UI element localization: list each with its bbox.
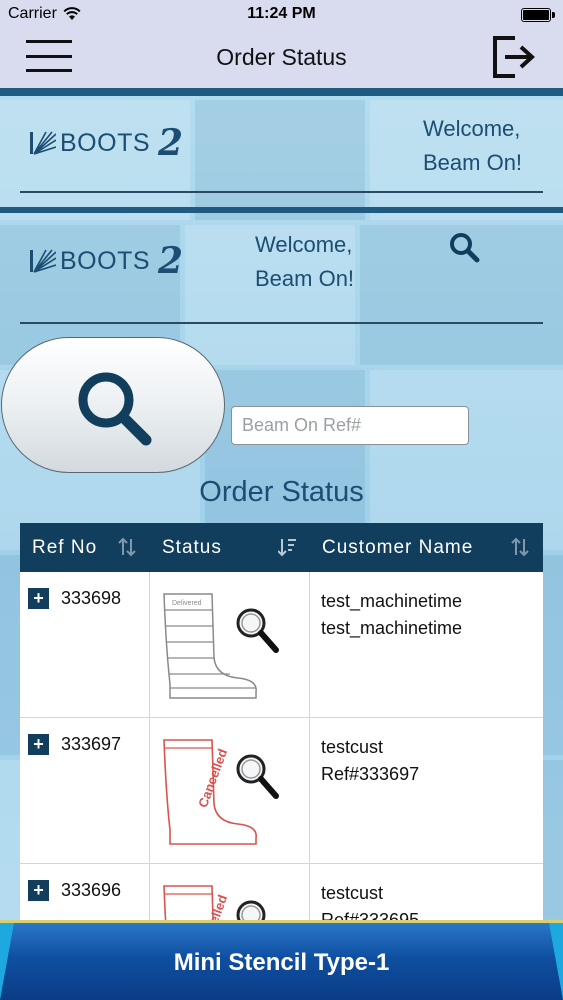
nav-bar: Order Status xyxy=(0,30,563,88)
brand-number: 2 xyxy=(158,122,184,164)
ref-number: 333696 xyxy=(61,880,122,900)
ref-search-input[interactable] xyxy=(231,406,469,445)
search-button[interactable] xyxy=(1,337,225,473)
section-divider xyxy=(0,207,563,213)
expand-icon[interactable]: + xyxy=(28,734,49,755)
table-row[interactable]: + 333698 Delivered test_machinetime test… xyxy=(20,572,543,718)
magnifier-icon[interactable] xyxy=(234,606,280,656)
clock: 11:24 PM xyxy=(247,5,316,22)
search-icon xyxy=(78,372,152,446)
status-bar: Carrier 11:24 PM xyxy=(0,0,563,30)
header-divider xyxy=(20,322,543,324)
expand-icon[interactable]: + xyxy=(28,588,49,609)
column-header-customer-name[interactable]: Customer Name xyxy=(310,523,543,572)
nav-divider xyxy=(0,88,563,96)
status-cell: Cancelled xyxy=(150,718,310,863)
sort-icon xyxy=(278,539,296,557)
expand-icon[interactable]: + xyxy=(28,880,49,901)
ref-number: 333697 xyxy=(61,734,122,754)
welcome-line2: Beam On! xyxy=(255,266,355,291)
column-label: Ref No xyxy=(32,536,98,558)
welcome-line1: Welcome, xyxy=(423,116,521,141)
brand-mark-icon xyxy=(30,249,56,273)
svg-text:Delivered: Delivered xyxy=(172,600,202,607)
brand-text: BOOTS xyxy=(60,246,151,275)
customer-name: testcust Ref#333697 xyxy=(321,734,419,788)
ref-number: 333698 xyxy=(61,588,122,608)
search-icon[interactable] xyxy=(448,231,480,263)
sort-icon xyxy=(118,537,136,557)
column-label: Status xyxy=(162,536,222,558)
brand-mark-icon xyxy=(30,131,56,155)
customer-name: test_machinetime test_machinetime xyxy=(321,588,462,642)
customer-line1: testcust xyxy=(321,883,384,903)
product-banner-button[interactable]: Mini Stencil Type-1 xyxy=(0,920,563,1000)
table-header: Ref No Status Customer Name xyxy=(20,523,543,572)
section-title: Order Status xyxy=(199,476,364,508)
brand-text: BOOTS xyxy=(60,128,151,157)
page-title: Order Status xyxy=(216,44,347,70)
ref-cell: + 333698 xyxy=(20,572,150,717)
customer-cell: test_machinetime test_machinetime xyxy=(310,572,543,717)
column-header-status[interactable]: Status xyxy=(150,523,310,572)
customer-line1: test_machinetime xyxy=(321,591,463,611)
logout-icon[interactable] xyxy=(491,34,537,80)
sort-icon xyxy=(511,537,529,557)
header-divider xyxy=(20,191,543,193)
ref-cell: + 333697 xyxy=(20,718,150,863)
brand-logo: BOOTS 2 xyxy=(30,240,183,282)
welcome-line1: Welcome, xyxy=(255,232,353,257)
customer-line2: test_machinetime xyxy=(321,618,463,638)
brand-logo: BOOTS 2 xyxy=(30,122,183,164)
column-label: Customer Name xyxy=(322,536,474,558)
status-cell: Delivered xyxy=(150,572,310,717)
brand-number: 2 xyxy=(158,240,184,282)
column-header-ref-no[interactable]: Ref No xyxy=(20,523,150,572)
customer-line2: Ref#333697 xyxy=(321,764,420,784)
customer-line1: testcust xyxy=(321,737,384,757)
welcome-message: Welcome, Beam On! xyxy=(423,112,522,180)
welcome-message: Welcome, Beam On! xyxy=(255,228,354,296)
battery-icon xyxy=(521,8,555,22)
customer-cell: testcust Ref#333697 xyxy=(310,718,543,863)
banner-label: Mini Stencil Type-1 xyxy=(173,949,390,976)
magnifier-icon[interactable] xyxy=(234,752,280,802)
table-row[interactable]: + 333697 Cancelled testcust Ref#333697 xyxy=(20,718,543,864)
welcome-line2: Beam On! xyxy=(423,150,523,175)
